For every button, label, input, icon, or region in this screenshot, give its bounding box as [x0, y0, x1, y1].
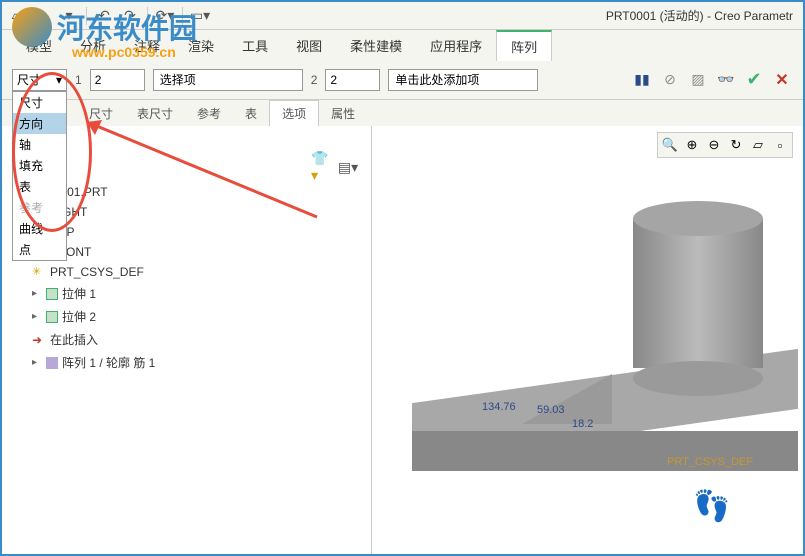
- repaint-icon[interactable]: ↻: [726, 135, 746, 155]
- opt-table[interactable]: 表: [13, 176, 66, 197]
- tree-extrude1[interactable]: ▸拉伸 1: [30, 282, 367, 305]
- watermark-text: 河东软件园: [57, 7, 197, 47]
- dir2-label: 2: [311, 73, 318, 87]
- opt-curve[interactable]: 曲线: [13, 218, 66, 239]
- dir1-select-field[interactable]: 选择项: [153, 69, 303, 91]
- opt-reference: 参考: [13, 197, 66, 218]
- zoom-in-icon[interactable]: ⊕: [682, 135, 702, 155]
- confirm-button[interactable]: ✔: [743, 69, 765, 91]
- pause-icon[interactable]: ▮▮: [631, 69, 653, 91]
- zoom-out-icon[interactable]: ⊖: [704, 135, 724, 155]
- tree-top[interactable]: TOP: [30, 222, 367, 242]
- tree-right[interactable]: RIGHT: [30, 202, 367, 222]
- opt-direction[interactable]: 方向: [13, 113, 66, 134]
- tree-settings-icon[interactable]: 👕▾: [311, 156, 333, 178]
- pattern-icon: [46, 357, 58, 369]
- 3d-viewport[interactable]: 🔍 ⊕ ⊖ ↻ ▱ ▫ 134.76 59.03 18.2 PRT_CSYS_D…: [372, 126, 803, 554]
- expand-icon[interactable]: ▸: [32, 357, 42, 368]
- pattern-type-dropdown[interactable]: 尺寸 ▾ 尺寸 方向 轴 填充 表 参考 曲线 点: [12, 69, 67, 91]
- tree-display-icon[interactable]: ▤▾: [337, 156, 359, 178]
- window-title: PRT0001 (活动的) - Creo Parametr: [606, 7, 793, 24]
- csys-label: PRT_CSYS_DEF: [667, 456, 753, 468]
- dim-3: 18.2: [572, 418, 593, 430]
- watermark-url: www.pc0359.cn: [72, 44, 176, 60]
- footprint-icon: 👣: [693, 489, 743, 529]
- no-preview-icon[interactable]: ⊘: [659, 69, 681, 91]
- tab-tools[interactable]: 工具: [228, 31, 282, 60]
- tab-tabledim[interactable]: 表尺寸: [125, 101, 185, 126]
- dir2-select-field[interactable]: 单击此处添加项: [388, 69, 538, 91]
- tab-pattern[interactable]: 阵列: [496, 30, 552, 61]
- opt-fill[interactable]: 填充: [13, 155, 66, 176]
- expand-icon[interactable]: ▸: [32, 288, 42, 299]
- tab-ref[interactable]: 参考: [185, 101, 233, 126]
- opt-point[interactable]: 点: [13, 239, 66, 260]
- 3d-model: 134.76 59.03 18.2 PRT_CSYS_DEF 👣: [402, 156, 803, 554]
- tab-view[interactable]: 视图: [282, 31, 336, 60]
- opt-axis[interactable]: 轴: [13, 134, 66, 155]
- tab-tbl[interactable]: 表: [233, 101, 269, 126]
- dashboard-tabs: 尺寸 表尺寸 参考 表 选项 属性: [2, 100, 803, 126]
- expand-icon[interactable]: ▸: [32, 311, 42, 322]
- dim-2: 59.03: [537, 404, 565, 416]
- dir2-count-input[interactable]: [325, 69, 380, 91]
- opt-dimension[interactable]: 尺寸: [13, 92, 66, 113]
- arrow-icon: ➜: [32, 333, 46, 347]
- cylinder-body: [633, 218, 763, 368]
- cancel-button[interactable]: ✕: [771, 69, 793, 91]
- display-icon[interactable]: ▱: [748, 135, 768, 155]
- dim-1: 134.76: [482, 401, 516, 413]
- watermark-logo-icon: [12, 7, 52, 47]
- tree-extrude2[interactable]: ▸拉伸 2: [30, 305, 367, 328]
- tab-props[interactable]: 属性: [319, 101, 367, 126]
- cylinder-top: [633, 201, 763, 236]
- extrude-icon: [46, 311, 58, 323]
- work-area: ⊟ ▦ 👕▾ ▤▾ PRT0001.PRT RIGHT TOP FRONT ✳P…: [2, 126, 803, 554]
- tree-front[interactable]: FRONT: [30, 242, 367, 262]
- dropdown-current: 尺寸: [17, 71, 41, 88]
- chevron-down-icon: ▾: [56, 73, 62, 87]
- dir1-count-input[interactable]: [90, 69, 145, 91]
- extrude-icon: [46, 288, 58, 300]
- cylinder-bottom: [633, 361, 763, 396]
- dropdown-list: 尺寸 方向 轴 填充 表 参考 曲线 点: [12, 91, 67, 261]
- saved-view-icon[interactable]: ▫: [770, 135, 790, 155]
- refit-icon[interactable]: 🔍: [660, 135, 680, 155]
- verify-icon[interactable]: ▨: [687, 69, 709, 91]
- watermark: 河东软件园: [12, 7, 197, 47]
- tab-apps[interactable]: 应用程序: [416, 31, 496, 60]
- tree-pattern[interactable]: ▸阵列 1 / 轮廓 筋 1: [30, 351, 367, 374]
- tree-csys[interactable]: ✳PRT_CSYS_DEF: [30, 262, 367, 282]
- tab-options[interactable]: 选项: [269, 100, 319, 126]
- csys-icon: ✳: [32, 265, 46, 279]
- pattern-ribbon: 尺寸 ▾ 尺寸 方向 轴 填充 表 参考 曲线 点 1 选择项 2 单击此处添加…: [2, 60, 803, 100]
- glasses-icon[interactable]: 👓: [715, 69, 737, 91]
- view-toolbar: 🔍 ⊕ ⊖ ↻ ▱ ▫: [657, 132, 793, 158]
- tab-dim[interactable]: 尺寸: [77, 101, 125, 126]
- tab-flex[interactable]: 柔性建模: [336, 31, 416, 60]
- tree-insert[interactable]: ➜在此插入: [30, 328, 367, 351]
- dir1-label: 1: [75, 73, 82, 87]
- rib-feature: [522, 374, 612, 424]
